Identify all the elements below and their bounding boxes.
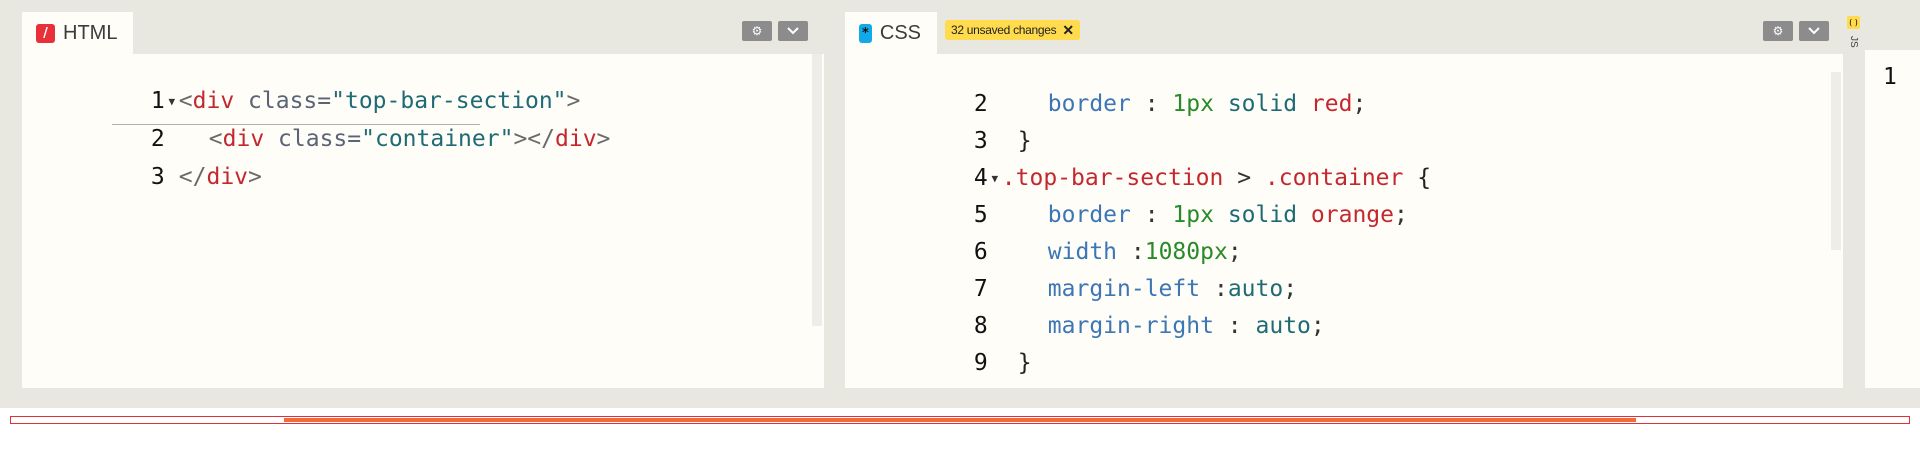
code-line: 6 width :1080px; [845, 207, 1242, 265]
html-icon: / [36, 23, 55, 43]
code-line: 4 ▼ .top-bar-section > .container { [845, 133, 1431, 191]
code-token: 1px [1172, 91, 1214, 117]
preview-container [284, 418, 1636, 422]
tab-html-label: HTML [63, 21, 118, 44]
code-line: 2 border : 1px solid red; [845, 59, 1366, 117]
code-line: 1 ▼ <div class="top-bar-section"> [22, 56, 580, 114]
tab-css-label: CSS [879, 21, 921, 44]
css-code-area[interactable]: 2 border : 1px solid red; 3} 4 ▼ .top-bar-s… [845, 54, 1843, 388]
css-icon: * [859, 23, 872, 43]
code-token: } [1017, 350, 1032, 376]
code-line: 3 </div> [22, 132, 262, 190]
code-token: div [206, 164, 249, 190]
gear-icon: ⚙ [751, 24, 763, 38]
css-collapse-button[interactable] [1799, 21, 1829, 41]
css-scrollbar[interactable] [1831, 72, 1841, 250]
code-token: div [555, 126, 597, 152]
code-token: : [1213, 313, 1256, 339]
js-label: JS [1848, 36, 1859, 48]
active-line-underline [112, 124, 480, 125]
code-token: class= [264, 126, 362, 152]
result-panel: 1 [1865, 50, 1920, 388]
chevron-down-icon [1808, 24, 1820, 38]
html-collapse-button[interactable] [778, 21, 808, 41]
line-number: 9 [973, 350, 988, 376]
html-editor-panel: / HTML ⚙ 1 ▼ <div class="top-bar-section">… [22, 6, 824, 388]
code-token: ; [1352, 91, 1367, 117]
code-token: ; [1310, 313, 1325, 339]
code-token: > [248, 164, 262, 190]
code-token: </ [178, 164, 207, 190]
css-editor-panel: * CSS 32 unsaved changes ✕ ⚙ 2 border : 1… [845, 6, 1843, 388]
js-editor-panel-collapsed[interactable]: ( ) JS [1845, 6, 1863, 388]
line-number: 3 [150, 164, 165, 190]
code-token: red [1310, 91, 1353, 117]
html-panel-header: / HTML ⚙ [22, 6, 824, 54]
js-icon: ( ) [1847, 16, 1860, 29]
unsaved-changes-badge[interactable]: 32 unsaved changes ✕ [945, 20, 1080, 40]
gear-icon: ⚙ [1772, 24, 1784, 38]
html-scrollbar[interactable] [812, 54, 822, 326]
code-token: orange [1310, 202, 1394, 228]
code-token: margin-right [1047, 313, 1214, 339]
code-token: ; [1394, 202, 1408, 228]
code-line: 2 <div class="container"></div> [22, 94, 610, 152]
code-line: 5 border : 1px solid orange; [845, 170, 1408, 228]
chevron-down-icon [787, 24, 799, 38]
html-code-area[interactable]: 1 ▼ <div class="top-bar-section"> 2 <div cl… [22, 54, 824, 388]
css-settings-button[interactable]: ⚙ [1763, 21, 1793, 41]
code-token: auto [1255, 313, 1311, 339]
code-line: 9} [845, 318, 1032, 376]
code-token: ></ [513, 126, 555, 152]
code-line: 7 margin-left :auto; [845, 244, 1297, 302]
code-token: solid [1213, 91, 1311, 117]
unsaved-changes-text: 32 unsaved changes [951, 23, 1057, 37]
close-icon[interactable]: ✕ [1062, 23, 1074, 37]
code-token: > [596, 126, 611, 152]
code-token: "container" [361, 126, 514, 152]
code-token: : [1130, 91, 1173, 117]
html-settings-button[interactable]: ⚙ [742, 21, 772, 41]
code-line: 8 margin-right : auto; [845, 281, 1325, 339]
tab-html[interactable]: / HTML [22, 12, 134, 54]
tab-css[interactable]: * CSS [845, 12, 937, 54]
result-line-number: 1 [1883, 64, 1897, 90]
css-panel-header: * CSS 32 unsaved changes ✕ ⚙ [845, 6, 1843, 54]
code-token: border [1047, 91, 1131, 117]
code-line: 3} [845, 96, 1032, 154]
